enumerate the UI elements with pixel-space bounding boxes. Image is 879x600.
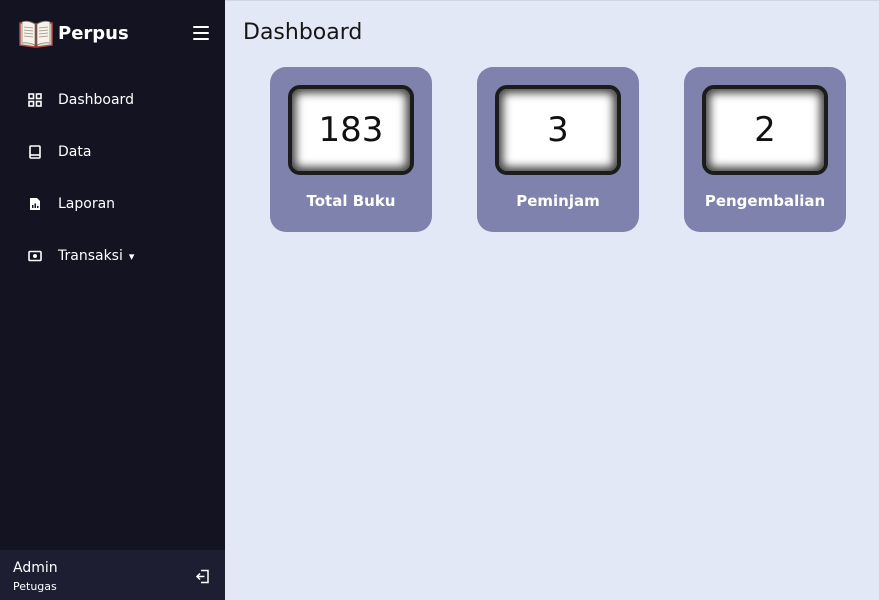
stat-value-box: 183	[288, 85, 414, 175]
user-name: Admin	[13, 560, 58, 576]
sidebar-item-label: Laporan	[58, 196, 116, 212]
sidebar-item-data[interactable]: Data	[0, 126, 225, 178]
sidebar-nav: Dashboard Data Laporan Transaksi ▾	[0, 74, 225, 282]
hamburger-icon	[193, 26, 209, 28]
stat-label: Total Buku	[306, 192, 396, 210]
sidebar-item-label: Dashboard	[58, 92, 134, 108]
cash-icon	[28, 250, 42, 262]
book-icon	[29, 145, 41, 159]
stat-card-pengembalian[interactable]: 2 Pengembalian	[684, 67, 846, 232]
user-role: Petugas	[13, 580, 57, 593]
logout-icon[interactable]	[195, 569, 210, 584]
stat-card-total-buku[interactable]: 183 Total Buku	[270, 67, 432, 232]
sidebar-item-dashboard[interactable]: Dashboard	[0, 74, 225, 126]
stat-label: Pengembalian	[704, 192, 826, 210]
grid-icon	[28, 93, 42, 107]
user-panel: Admin Petugas	[0, 550, 225, 600]
caret-down-icon: ▾	[128, 249, 135, 263]
sidebar: Perpus Dashboard Data Laporan Transaksi …	[0, 0, 225, 600]
header-divider	[225, 0, 879, 1]
stat-value: 2	[754, 110, 776, 150]
sidebar-item-laporan[interactable]: Laporan	[0, 178, 225, 230]
stat-value: 183	[318, 110, 384, 150]
stat-value: 3	[547, 110, 569, 150]
menu-toggle-button[interactable]	[192, 25, 210, 41]
stat-value-box: 3	[495, 85, 621, 175]
sidebar-item-transaksi[interactable]: Transaksi ▾	[0, 230, 225, 282]
stat-label: Peminjam	[516, 192, 600, 210]
stat-card-peminjam[interactable]: 3 Peminjam	[477, 67, 639, 232]
page-title: Dashboard	[243, 20, 363, 45]
stat-value-box: 2	[702, 85, 828, 175]
sidebar-item-label: Transaksi	[58, 248, 123, 264]
app-name: Perpus	[58, 22, 129, 44]
brand[interactable]: Perpus	[18, 18, 129, 48]
report-file-icon	[30, 198, 40, 210]
sidebar-item-label: Data	[58, 144, 92, 160]
open-book-icon	[19, 20, 53, 48]
